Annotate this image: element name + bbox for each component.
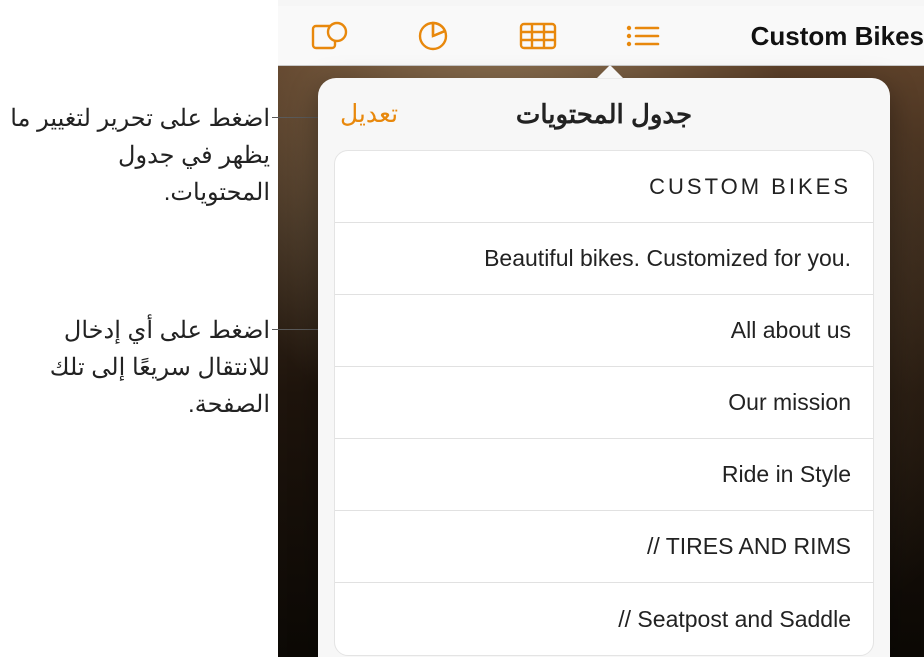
insert-shape-button[interactable] <box>308 17 352 55</box>
callout-edit: اضغط على تحرير لتغيير ما يظهر في جدول ال… <box>10 100 270 212</box>
table-of-contents-button[interactable] <box>620 17 664 55</box>
callout-entry: اضغط على أي إدخال للانتقال سريعًا إلى تل… <box>10 312 270 424</box>
popover-title: جدول المحتويات <box>516 99 692 130</box>
popover-header: تعديل جدول المحتويات <box>318 78 890 150</box>
insert-chart-button[interactable] <box>412 17 456 55</box>
toolbar: Custom Bikes <box>278 6 924 66</box>
toc-popover: تعديل جدول المحتويات CUSTOM BIKES Beauti… <box>318 78 890 657</box>
document-title: Custom Bikes <box>751 6 924 66</box>
toc-entry[interactable]: Beautiful bikes. Customized for you. <box>335 223 873 295</box>
insert-table-button[interactable] <box>516 17 560 55</box>
toc-entry[interactable]: All about us <box>335 295 873 367</box>
toc-entry[interactable]: // TIRES AND RIMS <box>335 511 873 583</box>
shape-icon <box>310 20 350 52</box>
toc-entry[interactable]: Ride in Style <box>335 439 873 511</box>
chart-icon <box>416 20 452 52</box>
toc-entry[interactable]: // Seatpost and Saddle <box>335 583 873 655</box>
toc-entry[interactable]: CUSTOM BIKES <box>335 151 873 223</box>
edit-button[interactable]: تعديل <box>340 78 398 150</box>
toc-list: CUSTOM BIKES Beautiful bikes. Customized… <box>334 150 874 656</box>
toc-entry[interactable]: Our mission <box>335 367 873 439</box>
table-icon <box>518 21 558 51</box>
toc-icon <box>622 21 662 51</box>
